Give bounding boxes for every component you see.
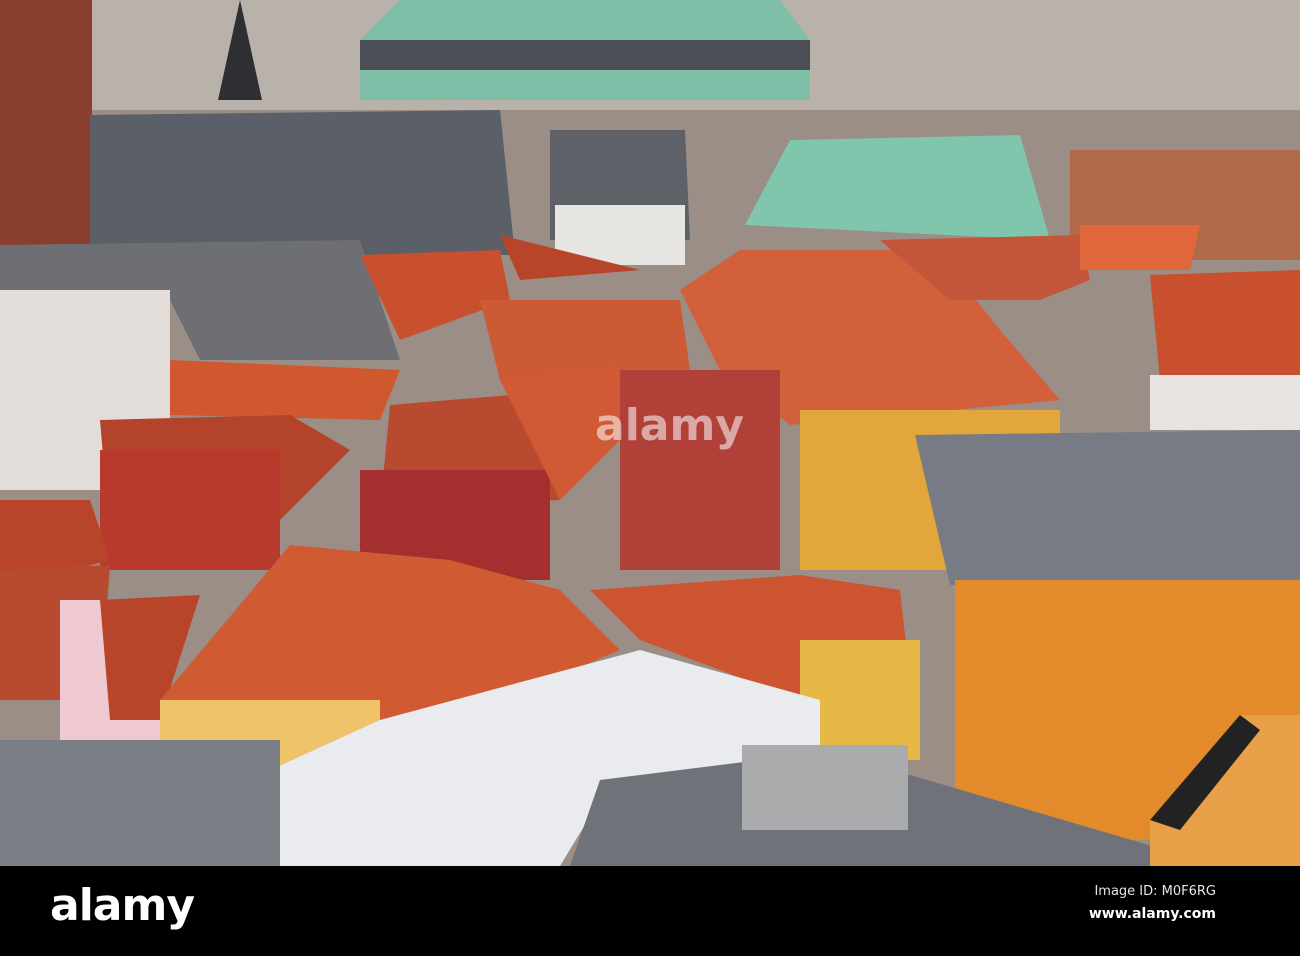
grey-slate-roof-large [90, 110, 515, 255]
white-building-right [1150, 375, 1300, 430]
green-copper-roof [745, 135, 1050, 240]
roof-box [742, 745, 908, 830]
red-house-left [100, 450, 280, 570]
watermark: alamy [595, 400, 744, 451]
church-tower [0, 0, 92, 245]
footer-bar: alamy Image ID: M0F6RG www.alamy.com [0, 866, 1300, 956]
grey-slate-roof-right [915, 430, 1300, 585]
red-roof [480, 300, 690, 380]
flat-roof-left [0, 740, 280, 866]
dark-roof-band [360, 40, 810, 70]
site-url: www.alamy.com [1088, 906, 1216, 922]
image-id: Image ID: M0F6RG [1094, 884, 1216, 899]
alamy-logo: alamy [50, 880, 195, 931]
orange-roof-left [170, 360, 400, 420]
